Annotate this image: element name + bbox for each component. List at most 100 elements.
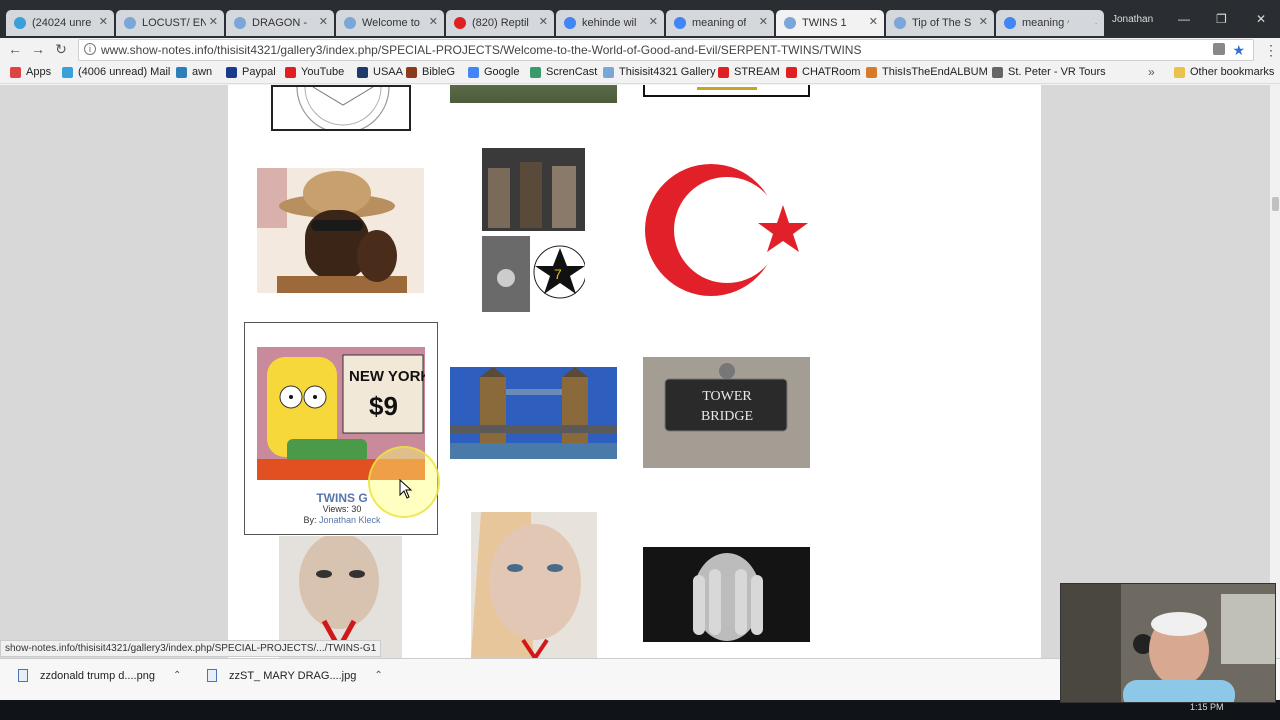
hands-over-face-image[interactable] [643, 547, 810, 642]
man-in-hat-image[interactable] [257, 168, 424, 293]
taskbar-clock: 1:15 PM [1190, 702, 1224, 712]
tab-4[interactable]: Welcome to ✕ [336, 10, 444, 36]
tab-label: meaning of [692, 17, 747, 29]
bookmark-item[interactable]: STREAM [718, 66, 780, 78]
bookmark-label: awn [192, 66, 213, 78]
screencast-icon [530, 66, 541, 78]
globe-icon [176, 66, 187, 78]
bookmark-item[interactable]: St. Peter - VR Tours [992, 66, 1106, 78]
close-tab-icon[interactable]: ✕ [209, 15, 218, 28]
tower-sign-line2: BRIDGE [701, 409, 753, 424]
chevron-up-icon[interactable]: ⌃ [173, 670, 181, 681]
restore-icon[interactable]: ❐ [1216, 12, 1227, 26]
bookmark-item[interactable]: YouTube [285, 66, 344, 78]
bookmarks-overflow-icon[interactable]: » [1148, 65, 1155, 79]
scrollbar-thumb[interactable] [1272, 197, 1279, 211]
card-author-link[interactable]: Jonathan Kleck [319, 515, 381, 525]
chevron-up-icon[interactable]: ⌃ [374, 670, 382, 681]
page-scrollbar[interactable] [1270, 85, 1280, 658]
bookmark-label: Apps [26, 66, 52, 78]
close-tab-icon[interactable]: ✕ [649, 15, 658, 28]
reload-icon[interactable]: ↻ [52, 41, 70, 58]
gallery-icon [124, 17, 136, 29]
bookmark-star-icon[interactable]: ★ [1232, 42, 1245, 59]
framed-sign-image[interactable] [643, 85, 810, 97]
bible-icon [406, 66, 417, 78]
youtube-icon [786, 66, 797, 78]
tab-2[interactable]: LOCUST/ EN ✕ [116, 10, 224, 36]
youtube-icon [285, 66, 296, 78]
tab-label: DRAGON - [252, 17, 307, 29]
bookmark-item[interactable]: BibleG [406, 66, 455, 78]
mail-icon [62, 66, 73, 78]
tab-label: kehinde wil [582, 17, 637, 29]
google-icon [468, 66, 479, 78]
bookmark-item[interactable]: CHATRoom [786, 66, 860, 78]
bookmark-item[interactable]: awn [176, 66, 212, 78]
tab-7[interactable]: meaning of ✕ [666, 10, 774, 36]
menu-icon[interactable]: ⋮ [1264, 42, 1278, 59]
tower-bridge-sign-image[interactable]: TOWER BRIDGE [643, 357, 810, 468]
card-by-prefix: By: [303, 515, 317, 525]
close-tab-icon[interactable]: ✕ [759, 15, 768, 28]
album-icon [866, 66, 877, 78]
minimize-icon[interactable]: — [1178, 12, 1190, 26]
close-tab-icon[interactable]: ✕ [539, 15, 548, 28]
info-icon[interactable]: i [84, 43, 96, 55]
close-tab-icon[interactable]: ✕ [99, 15, 108, 28]
v-poster-split-face-image[interactable] [471, 512, 597, 658]
gallery-icon [234, 17, 246, 29]
gallery-icon [603, 66, 614, 78]
google-icon [564, 17, 576, 29]
page-viewport: 7 NEW YORK $9 TWINS G Views: 30 By: Jona… [0, 85, 1270, 658]
green-photo-image[interactable] [450, 85, 617, 103]
tours-icon [992, 66, 1003, 78]
forward-icon[interactable]: → [29, 41, 47, 57]
usaa-icon [357, 66, 368, 78]
tab-9[interactable]: Tip of The S ✕ [886, 10, 994, 36]
bookmark-label: ScrenCast [546, 66, 598, 78]
translate-icon[interactable] [1213, 43, 1225, 55]
bookmark-item[interactable]: Thisisit4321 Gallery [603, 66, 716, 78]
bookmark-item[interactable]: (4006 unread) Mail [62, 66, 170, 78]
back-icon[interactable]: ← [6, 41, 24, 57]
bookmark-item[interactable]: Apps [10, 66, 51, 78]
taskbar [0, 700, 1280, 720]
bookmark-item[interactable]: ScrenCast [530, 66, 597, 78]
folder-icon [1174, 66, 1185, 78]
pentagram-seal-image [296, 87, 390, 129]
new-tab-button[interactable] [1065, 16, 1099, 30]
tab-3[interactable]: DRAGON - ✕ [226, 10, 334, 36]
gallery-thumb[interactable] [271, 85, 411, 131]
bookmark-item[interactable]: USAA [357, 66, 403, 78]
bookmark-item[interactable]: ThisIsTheEndALBUM [866, 66, 988, 78]
bookmark-item[interactable]: Paypal [226, 66, 276, 78]
google-icon [674, 17, 686, 29]
close-tab-icon[interactable]: ✕ [319, 15, 328, 28]
other-bookmarks[interactable]: Other bookmarks [1174, 66, 1274, 78]
bookmark-label: (4006 unread) Mail [78, 66, 171, 78]
tower-bridge-photo-image[interactable] [450, 367, 617, 459]
tab-8[interactable]: TWINS 1 ✕ [776, 10, 884, 36]
bookmarks-bar: Apps (4006 unread) Mail awn Paypal YouTube US… [0, 62, 1280, 84]
close-tab-icon[interactable]: ✕ [429, 15, 438, 28]
photo-collage-image[interactable]: 7 [482, 148, 585, 314]
apps-icon [10, 66, 21, 78]
close-tab-icon[interactable]: ✕ [979, 15, 988, 28]
bookmark-label: CHATRoom [802, 66, 861, 78]
crescent-star-flag-image[interactable] [643, 163, 810, 298]
youtube-icon [718, 66, 729, 78]
close-window-icon[interactable]: ✕ [1256, 12, 1266, 26]
address-bar[interactable]: i www.show-notes.info/thisisit4321/galle… [78, 39, 1254, 61]
tab-1[interactable]: (24024 unre ✕ [6, 10, 114, 36]
download-item-1[interactable]: zzdonald trump d....png ⌃ [18, 669, 181, 682]
file-icon [18, 669, 28, 682]
close-tab-icon[interactable]: ✕ [869, 15, 878, 28]
profile-name[interactable]: Jonathan [1112, 14, 1153, 25]
bookmark-label: YouTube [301, 66, 345, 78]
tab-5[interactable]: (820) Reptil ✕ [446, 10, 554, 36]
bookmark-item[interactable]: Google [468, 66, 519, 78]
bookmark-label: USAA [373, 66, 403, 78]
tab-6[interactable]: kehinde wil ✕ [556, 10, 664, 36]
download-item-2[interactable]: zzST_ MARY DRAG....jpg ⌃ [207, 669, 383, 682]
